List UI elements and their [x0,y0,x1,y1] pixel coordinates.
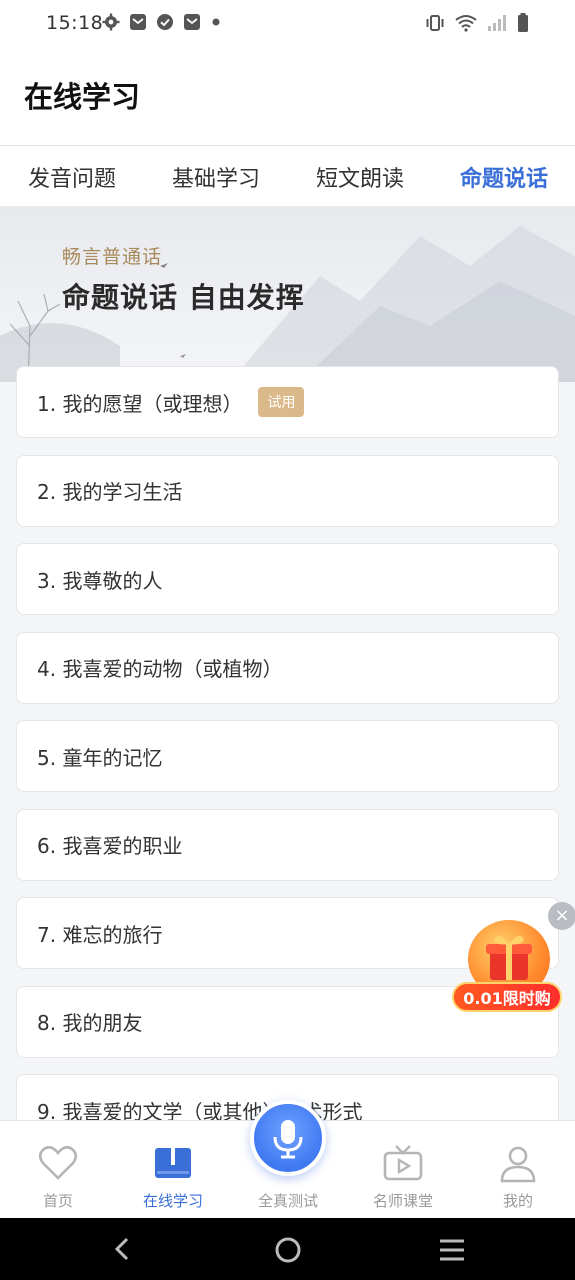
topic-label: 3. 我尊敬的人 [37,568,163,593]
topic-list: 1. 我的愿望（或理想） 试用 2. 我的学习生活 3. 我尊敬的人 4. 我喜… [16,366,559,1163]
topic-item[interactable]: 1. 我的愿望（或理想） 试用 [16,366,559,438]
nav-master-class[interactable]: 名师课堂 [353,1121,453,1219]
topic-label: 6. 我喜爱的职业 [37,834,183,858]
back-icon[interactable] [110,1236,136,1262]
banner-subtitle: 畅言普通话 [62,246,163,268]
topic-label: 8. 我的朋友 [37,1011,143,1035]
menu-icon[interactable] [438,1238,466,1262]
vibrate-icon [426,15,444,31]
nav-label: 全真测试 [257,1192,318,1210]
home-circle-icon[interactable] [274,1236,302,1264]
mail-icon [130,14,146,30]
nav-label: 首页 [42,1192,73,1210]
mail-icon [184,14,200,30]
dot-icon [212,18,220,26]
topic-label: 1. 我的愿望（或理想） [37,391,243,416]
signal-icon [488,15,506,31]
page-title: 在线学习 [24,80,141,114]
promo-label: 0.01限时购 [452,982,562,1012]
book-icon [155,1145,191,1178]
tv-icon [383,1145,423,1181]
nav-online-learning[interactable]: 在线学习 [123,1121,223,1219]
topic-label: 2. 我的学习生活 [37,480,183,504]
user-icon [500,1146,536,1183]
topic-label: 5. 童年的记忆 [37,745,163,770]
tab-pronunciation[interactable]: 发音问题 [28,161,116,193]
nav-profile[interactable]: 我的 [468,1121,568,1219]
check-icon [157,14,173,30]
settings-icon [102,13,120,31]
status-time: 15:18 [46,12,104,34]
record-button[interactable] [250,1100,326,1176]
topic-item[interactable]: 6. 我喜爱的职业 [16,808,559,881]
nav-home[interactable]: 首页 [8,1121,108,1219]
tab-basics[interactable]: 基础学习 [172,161,260,193]
system-nav-bar [0,1218,575,1280]
topic-item[interactable]: 4. 我喜爱的动物（或植物） [16,631,559,704]
tab-topic-speaking[interactable]: 命题说话 [460,161,548,193]
wifi-icon [455,15,477,32]
topic-label: 4. 我喜爱的动物（或植物） [37,657,283,681]
nav-label: 我的 [502,1192,533,1210]
heart-icon [38,1145,78,1180]
topic-item[interactable]: 2. 我的学习生活 [16,454,559,527]
trial-badge: 试用 [258,387,305,417]
nav-label: 在线学习 [142,1192,203,1210]
battery-icon [518,13,528,32]
app-header: 在线学习 [0,48,575,146]
banner-headline: 命题说话 自由发挥 [62,281,305,314]
topic-label: 7. 难忘的旅行 [37,922,163,947]
category-tabs: 发音问题 基础学习 短文朗读 命题说话 [0,146,575,206]
topic-item[interactable]: 5. 童年的记忆 [16,720,559,792]
close-icon[interactable]: × [548,902,575,930]
mic-icon [273,1120,303,1159]
limited-offer-promo[interactable]: × 0.01限时购 [452,902,575,1020]
topic-item[interactable]: 3. 我尊敬的人 [16,543,559,615]
nav-label: 名师课堂 [372,1192,433,1210]
tab-reading[interactable]: 短文朗读 [316,161,404,193]
status-bar: 15:18 [0,0,575,48]
topic-banner: 畅言普通话 命题说话 自由发挥 [0,206,575,382]
